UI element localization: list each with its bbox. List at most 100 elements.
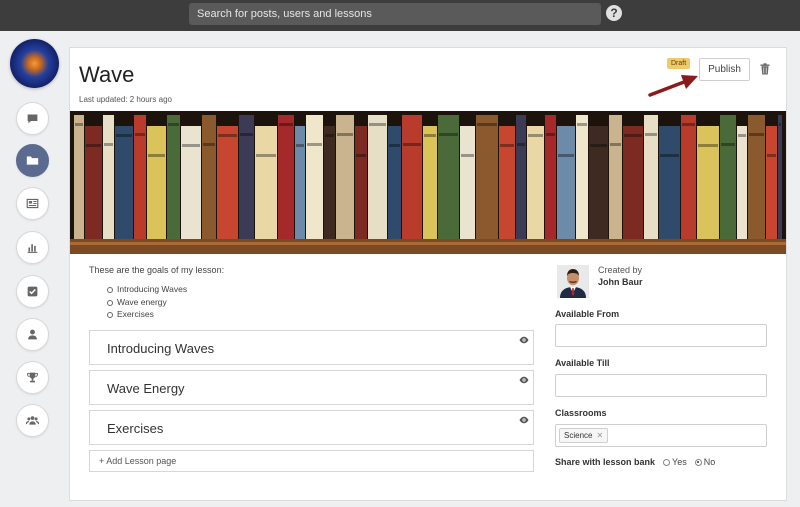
book-spine xyxy=(278,115,294,239)
page-title: Wave xyxy=(79,62,135,87)
annotation-arrow-icon xyxy=(648,75,698,97)
book-spine-band xyxy=(256,154,276,157)
radio-icon xyxy=(663,458,671,466)
book-spine xyxy=(778,115,782,239)
nav-comments-button[interactable] xyxy=(16,102,49,135)
created-by-label: Created by xyxy=(598,265,643,275)
book-spine-band xyxy=(660,154,679,157)
share-no-radio[interactable]: No xyxy=(694,457,716,467)
book-spine-band xyxy=(500,144,514,147)
book-spine xyxy=(659,126,680,239)
book-spine xyxy=(623,126,643,239)
lesson-page-title: Introducing Waves xyxy=(107,341,215,356)
book-spine xyxy=(476,115,498,239)
nav-groups-button[interactable] xyxy=(16,404,49,437)
nav-awards-button[interactable] xyxy=(16,361,49,394)
book-spine-band xyxy=(182,144,200,147)
available-till-field[interactable] xyxy=(555,374,767,397)
list-item: Wave energy xyxy=(107,297,187,310)
trophy-icon xyxy=(27,372,38,383)
nav-folders-button[interactable] xyxy=(16,144,49,177)
search-input[interactable] xyxy=(189,3,601,25)
nav-profile-button[interactable] xyxy=(16,318,49,351)
book-spine xyxy=(557,126,575,239)
book-spine-band xyxy=(279,123,293,126)
book-spine xyxy=(85,126,102,239)
book-spine-band xyxy=(389,144,400,147)
book-spine-band xyxy=(356,154,366,157)
book-spine xyxy=(681,115,696,239)
share-no-label: No xyxy=(703,457,716,467)
share-yes-radio[interactable]: Yes xyxy=(663,457,687,467)
book-spine-band xyxy=(461,154,474,157)
classrooms-field[interactable]: Science ✕ xyxy=(555,424,767,447)
book-spine-band xyxy=(546,133,555,136)
nav-stats-button[interactable] xyxy=(16,231,49,264)
nav-news-button[interactable] xyxy=(16,187,49,220)
eye-icon[interactable] xyxy=(519,336,529,344)
book-spine-band xyxy=(779,123,781,126)
book-spine xyxy=(576,115,588,239)
book-spine-band xyxy=(337,133,353,136)
book-spine-band xyxy=(203,143,215,146)
publish-button[interactable]: Publish xyxy=(699,58,750,81)
goals-intro: These are the goals of my lesson: xyxy=(89,265,225,275)
lesson-page-row[interactable]: Wave Energy xyxy=(89,370,534,405)
add-lesson-page-button[interactable]: + Add Lesson page xyxy=(89,450,534,472)
book-spine-band xyxy=(439,133,458,136)
book-spine-band xyxy=(240,133,253,136)
user-avatar[interactable] xyxy=(10,39,59,88)
book-spine xyxy=(147,126,166,239)
eye-icon[interactable] xyxy=(519,416,529,424)
lesson-page-row[interactable]: Exercises xyxy=(89,410,534,445)
book-spine-band xyxy=(738,134,746,137)
book-spine-band xyxy=(517,143,525,146)
nav-tasks-button[interactable] xyxy=(16,275,49,308)
book-spine-band xyxy=(682,123,695,126)
book-spine-band xyxy=(369,123,386,126)
book-spine xyxy=(255,126,277,239)
book-spine-band xyxy=(590,144,607,147)
book-spine xyxy=(167,115,180,239)
book-spine xyxy=(766,126,777,239)
lesson-page-row[interactable]: Introducing Waves xyxy=(89,330,534,365)
book-spine-band xyxy=(104,143,113,146)
book-spine xyxy=(295,126,305,239)
remove-chip-icon[interactable]: ✕ xyxy=(596,429,603,442)
available-from-label: Available From xyxy=(555,309,620,319)
last-updated: Last updated: 2 hours ago xyxy=(79,95,172,104)
available-from-field[interactable] xyxy=(555,324,767,347)
lesson-banner-image xyxy=(70,111,786,254)
trash-icon[interactable] xyxy=(760,63,770,75)
goals-list: Introducing Waves Wave energy Exercises xyxy=(107,284,187,322)
eye-icon[interactable] xyxy=(519,376,529,384)
classrooms-label: Classrooms xyxy=(555,408,607,418)
book-spine-band xyxy=(424,134,436,137)
author-avatar xyxy=(557,265,589,298)
lesson-page-title: Exercises xyxy=(107,421,164,436)
author-name[interactable]: John Baur xyxy=(598,277,643,287)
book-spine-band xyxy=(168,123,179,126)
book-spine-band xyxy=(307,143,322,146)
book-spine xyxy=(460,126,475,239)
group-icon xyxy=(26,416,39,425)
chat-bubble-icon xyxy=(27,114,38,124)
book-spine-band xyxy=(558,154,574,157)
book-spine-band xyxy=(148,154,165,157)
status-badge: Draft xyxy=(667,58,691,69)
list-item: Exercises xyxy=(107,309,187,322)
book-spine xyxy=(697,126,719,239)
available-till-label: Available Till xyxy=(555,358,610,368)
book-spine-band xyxy=(75,123,83,126)
book-spine-band xyxy=(577,123,587,126)
book-spine-band xyxy=(767,154,776,157)
book-spine xyxy=(103,115,114,239)
book-spine xyxy=(609,115,622,239)
book-spine-band xyxy=(528,134,543,137)
book-spine xyxy=(181,126,201,239)
book-spine xyxy=(355,126,367,239)
book-spine-band xyxy=(749,133,764,136)
top-bar: ? xyxy=(0,0,800,31)
lesson-card: Wave Last updated: 2 hours ago Draft Pub… xyxy=(69,47,787,501)
help-icon[interactable]: ? xyxy=(606,5,622,21)
